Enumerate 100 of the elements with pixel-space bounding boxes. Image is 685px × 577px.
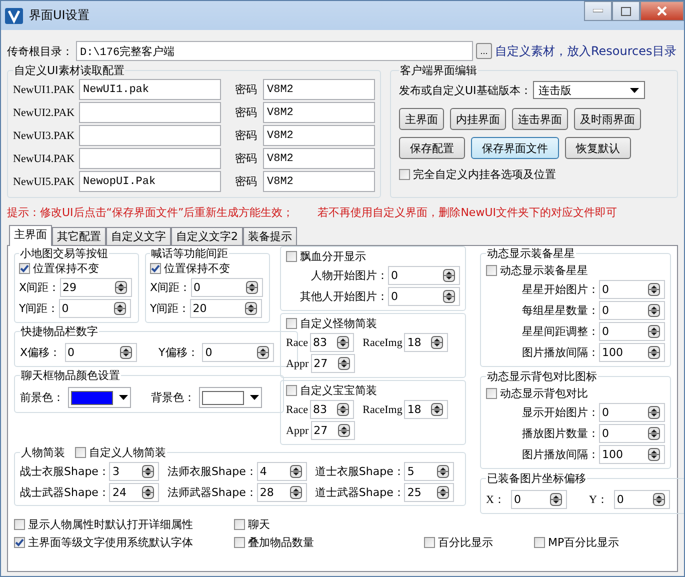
root-dir-label: 传奇根目录： <box>7 44 73 58</box>
number-field[interactable]: 0 <box>388 287 460 306</box>
spinner-icon <box>142 465 154 478</box>
number-field[interactable]: 0 <box>599 280 665 299</box>
group-title: 人物简装 <box>21 445 65 460</box>
number-field[interactable]: 0 <box>388 266 460 285</box>
dropdown-arrow-icon <box>250 395 259 400</box>
number-field[interactable]: 3 <box>109 462 160 481</box>
edit-button[interactable]: 主界面 <box>399 108 444 130</box>
resources-link[interactable]: 自定义素材，放入Resources目录 <box>495 42 676 60</box>
password-field[interactable]: V8M2 <box>263 125 375 146</box>
checkbox[interactable] <box>234 519 245 530</box>
password-label: 密码 <box>234 128 258 143</box>
pak-file-field[interactable]: NewopUI.Pak <box>79 171 221 192</box>
minimize-button[interactable] <box>584 1 612 21</box>
checkbox[interactable] <box>14 519 25 530</box>
checkbox[interactable] <box>286 318 297 329</box>
close-button[interactable] <box>640 1 684 21</box>
checkbox[interactable] <box>286 385 297 396</box>
spinner-icon <box>120 346 132 359</box>
pak-label: NewUI1.PAK <box>13 84 76 96</box>
number-field[interactable]: 0 <box>599 322 665 341</box>
number-field[interactable]: 83 <box>310 333 354 352</box>
group-title: 客户端界面编辑 <box>399 63 478 78</box>
number-field[interactable]: 20 <box>190 299 262 318</box>
window-title: 界面UI设置 <box>29 7 90 24</box>
tab[interactable]: 装备提示 <box>243 227 297 245</box>
checkbox[interactable] <box>424 537 435 548</box>
maximize-icon <box>621 6 631 16</box>
number-field[interactable]: 5 <box>404 462 454 481</box>
checkbox[interactable] <box>486 265 497 276</box>
password-field[interactable]: V8M2 <box>263 102 375 123</box>
checkbox[interactable] <box>486 388 497 399</box>
browse-button[interactable]: ... <box>476 43 492 59</box>
checkbox[interactable] <box>75 447 86 458</box>
checkbox[interactable] <box>399 169 410 180</box>
number-field[interactable]: 0 <box>58 299 131 318</box>
password-field[interactable]: V8M2 <box>263 171 375 192</box>
number-field[interactable]: 28 <box>256 483 307 502</box>
spinner-icon <box>244 302 257 315</box>
number-field[interactable]: 0 <box>202 343 274 362</box>
spinner-icon <box>114 281 127 294</box>
checkbox-label: 位置保持不变 <box>164 261 230 276</box>
checkbox-label: 自定义人物简装 <box>89 445 166 460</box>
tab[interactable]: 自定义文字2 <box>171 227 243 245</box>
spinner-icon <box>336 403 349 416</box>
tab[interactable]: 主界面 <box>9 225 52 246</box>
version-dropdown[interactable]: 连击版 <box>533 81 646 99</box>
action-button[interactable]: 恢复默认 <box>565 137 631 159</box>
action-button[interactable]: 保存界面文件 <box>471 137 559 159</box>
spinner-icon <box>431 336 444 349</box>
password-field[interactable]: V8M2 <box>263 148 375 169</box>
hint-text: 提示：修改UI后点击“保存界面文件”后重新生成方能生效； <box>7 205 294 220</box>
number-field[interactable]: 0 <box>599 301 665 320</box>
pak-file-field[interactable] <box>79 102 221 123</box>
number-field[interactable]: 29 <box>60 278 132 297</box>
checkbox-label: 完全自定义内挂各选项及位置 <box>413 167 556 182</box>
number-field[interactable]: 27 <box>310 421 355 440</box>
checkbox[interactable] <box>150 263 161 274</box>
number-field[interactable]: 18 <box>404 333 448 352</box>
number-field[interactable]: 27 <box>310 354 355 373</box>
tab[interactable]: 其它配置 <box>52 227 106 245</box>
number-field[interactable]: 24 <box>109 483 160 502</box>
number-field[interactable]: 100 <box>599 445 665 464</box>
pak-file-field[interactable] <box>79 148 221 169</box>
number-field[interactable]: 0 <box>599 424 665 443</box>
password-field[interactable]: V8M2 <box>263 79 375 100</box>
checkbox[interactable] <box>19 263 30 274</box>
number-field[interactable]: 25 <box>404 483 454 502</box>
field-label: X： <box>486 493 505 507</box>
checkbox[interactable] <box>14 537 25 548</box>
spinner-icon <box>648 325 660 338</box>
number-field[interactable]: 0 <box>510 490 567 509</box>
checkbox[interactable] <box>286 251 297 262</box>
number-field[interactable]: 4 <box>256 462 307 481</box>
number-field[interactable]: 83 <box>310 400 354 419</box>
field-label: X间距： <box>19 280 60 295</box>
number-field[interactable]: 0 <box>64 343 137 362</box>
number-field[interactable]: 0 <box>599 403 665 422</box>
edit-button[interactable]: 连击界面 <box>512 108 568 130</box>
minimize-icon <box>593 9 603 13</box>
checkbox[interactable] <box>534 537 545 548</box>
number-field[interactable]: 18 <box>404 400 448 419</box>
checkbox-label: 自定义宝宝简装 <box>300 383 377 398</box>
edit-button[interactable]: 内挂界面 <box>450 108 506 130</box>
color-picker[interactable] <box>68 387 131 408</box>
tab[interactable]: 自定义文字 <box>106 227 171 245</box>
pak-file-field[interactable]: NewUI1.pak <box>79 79 221 100</box>
maximize-button[interactable] <box>612 1 640 21</box>
edit-button[interactable]: 及时雨界面 <box>574 108 641 130</box>
root-dir-field[interactable]: D:\176完整客户端 <box>76 41 473 61</box>
field-label: Race <box>286 404 308 416</box>
number-field[interactable]: 100 <box>599 343 665 362</box>
checkbox-label: 聊天 <box>248 517 270 532</box>
action-button[interactable]: 保存配置 <box>399 137 465 159</box>
color-picker[interactable] <box>199 387 262 408</box>
pak-file-field[interactable] <box>79 125 221 146</box>
number-field[interactable]: 0 <box>614 490 670 509</box>
number-field[interactable]: 0 <box>190 278 263 297</box>
checkbox[interactable] <box>234 537 245 548</box>
